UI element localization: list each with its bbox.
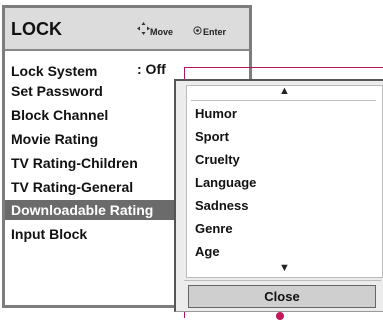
- list-item-sport[interactable]: Sport: [195, 129, 229, 144]
- popup-divider: [184, 280, 381, 281]
- list-divider-top: [191, 100, 376, 101]
- list-item-language[interactable]: Language: [195, 175, 256, 190]
- rating-popup: ▲ Humor Sport Cruelty Language Sadness G…: [174, 79, 383, 312]
- close-button[interactable]: Close: [188, 285, 376, 308]
- move-hint-label: Move: [150, 27, 174, 37]
- rating-list: ▲ Humor Sport Cruelty Language Sadness G…: [186, 85, 383, 278]
- enter-hint-label: Enter: [203, 27, 227, 37]
- lock-menu-title: LOCK: [11, 19, 62, 39]
- list-item-cruelty[interactable]: Cruelty: [195, 152, 240, 167]
- list-item-genre[interactable]: Genre: [195, 221, 233, 236]
- menu-item-lock-system[interactable]: Lock System: [5, 61, 249, 81]
- list-item-age[interactable]: Age: [195, 244, 220, 259]
- header-divider: [5, 49, 249, 51]
- lock-system-value: : Off: [137, 61, 166, 77]
- scroll-down-icon[interactable]: ▼: [187, 262, 382, 274]
- list-item-sadness[interactable]: Sadness: [195, 198, 248, 213]
- scroll-up-icon[interactable]: ▲: [187, 85, 382, 97]
- lock-menu-header: LOCK Move Enter: [5, 8, 249, 49]
- connector-line-top: [184, 67, 383, 68]
- connector-dot: [276, 312, 284, 320]
- list-item-humor[interactable]: Humor: [195, 106, 237, 121]
- move-icon: [137, 22, 150, 35]
- enter-icon: [193, 26, 202, 35]
